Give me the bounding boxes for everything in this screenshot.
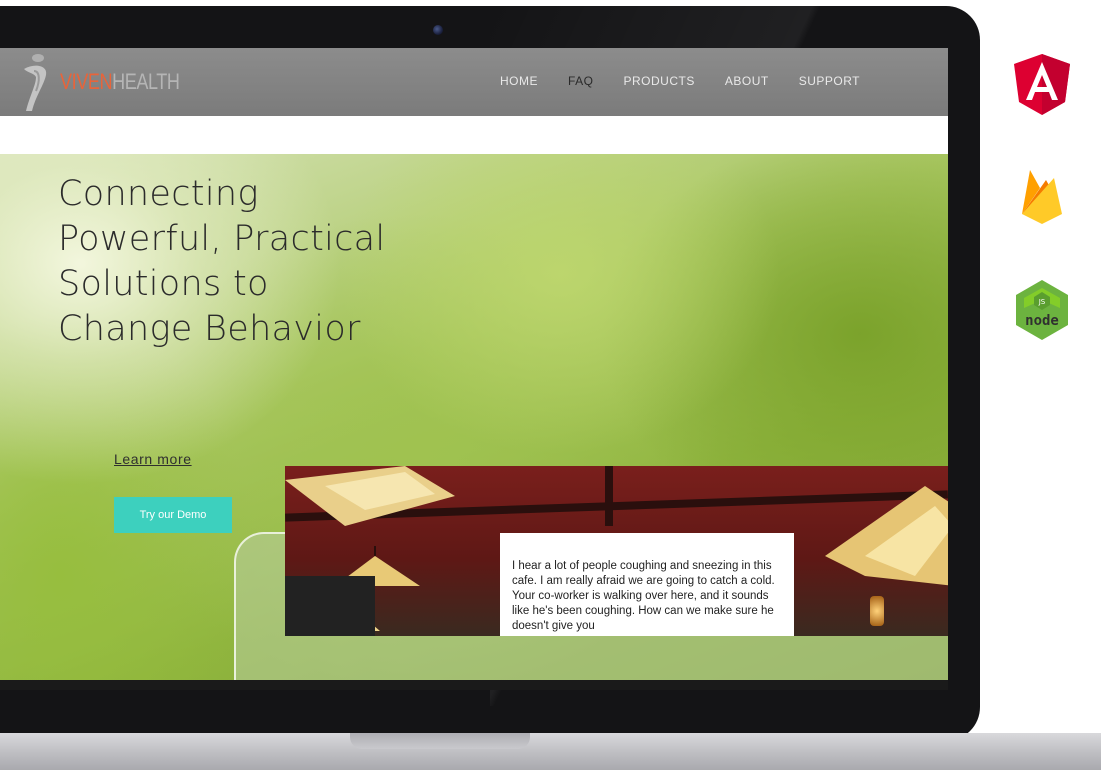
laptop-screen: VIVENHEALTH HOME FAQ PRODUCTS ABOUT SUPP… (0, 48, 948, 690)
site-header: VIVENHEALTH HOME FAQ PRODUCTS ABOUT SUPP… (0, 48, 948, 116)
bulb-icon (870, 596, 884, 626)
nav-faq[interactable]: FAQ (568, 74, 594, 88)
nav-home[interactable]: HOME (500, 74, 538, 88)
pendant-lamp-icon (825, 486, 948, 586)
hero-title-line: Powerful, Practical (58, 219, 386, 259)
speech-bubble: I hear a lot of people coughing and snee… (500, 533, 794, 636)
pendant-lamp-icon (285, 466, 455, 526)
nav-support[interactable]: SUPPORT (799, 74, 860, 88)
angular-icon (1014, 54, 1070, 115)
header-spacer (0, 116, 948, 154)
main-nav: HOME FAQ PRODUCTS ABOUT SUPPORT (500, 74, 890, 88)
nodejs-icon: JS node (1016, 280, 1068, 340)
screen-bottom-edge (0, 680, 948, 690)
nav-about[interactable]: ABOUT (725, 74, 769, 88)
logo-wordmark-part1: VIVEN (60, 69, 113, 94)
speech-text: I hear a lot of people coughing and snee… (512, 560, 775, 632)
svg-text:node: node (1025, 313, 1059, 329)
hero-title-line: Connecting (58, 174, 259, 214)
svg-text:JS: JS (1038, 298, 1046, 306)
cafe-demo-image: I hear a lot of people coughing and snee… (285, 466, 948, 636)
laptop-notch (350, 733, 530, 749)
ceiling-beam (605, 466, 613, 526)
learn-more-link[interactable]: Learn more (114, 451, 192, 467)
logo-wordmark-part2: HEALTH (112, 69, 180, 94)
try-demo-button[interactable]: Try our Demo (114, 497, 232, 533)
laptop-base (0, 733, 1101, 770)
hero-title: Connecting Powerful, Practical Solutions… (58, 172, 478, 352)
site-logo[interactable]: VIVENHEALTH (18, 51, 206, 113)
webcam-icon (433, 25, 443, 35)
hero-title-line: Change Behavior (58, 309, 361, 349)
hero-title-line: Solutions to (58, 264, 269, 304)
firebase-icon (1022, 170, 1062, 224)
nav-products[interactable]: PRODUCTS (624, 74, 695, 88)
logo-figure-icon (24, 54, 47, 111)
cafe-booth (285, 576, 375, 636)
logo-wordmark: VIVENHEALTH (60, 69, 180, 95)
